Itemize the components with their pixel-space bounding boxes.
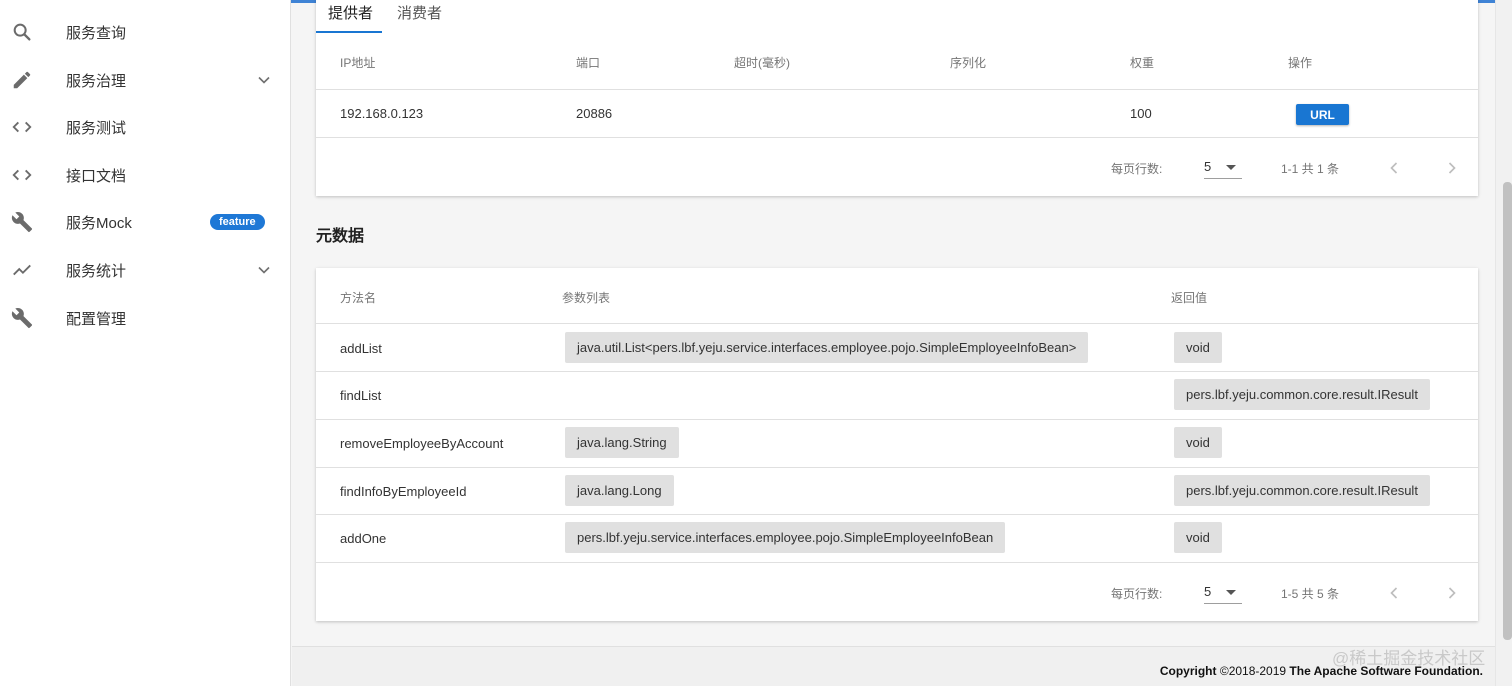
method-name: findInfoByEmployeeId: [340, 484, 467, 499]
dropdown-arrow-icon: [1226, 165, 1236, 170]
method-name: addOne: [340, 531, 387, 546]
sidebar-item-service-governance[interactable]: 服务治理: [0, 57, 291, 103]
watermark: @稀土掘金技术社区: [1332, 649, 1486, 668]
sidebar-item-label: 接口文档: [66, 167, 127, 185]
rows-per-page-label: 每页行数:: [1111, 587, 1163, 601]
sidebar-item-label: 服务测试: [66, 119, 127, 137]
metadata-card: 方法名 参数列表 返回值 addList java.util.List<pers…: [316, 268, 1478, 621]
column-header-params[interactable]: 参数列表: [562, 289, 610, 306]
divider: [316, 323, 1478, 324]
prev-page-button[interactable]: [1384, 158, 1404, 178]
sidebar-item-label: 服务Mock: [66, 214, 132, 232]
main-content: 提供者 消费者 IP地址 端口 超时(毫秒) 序列化 权重 操作 192.168…: [292, 0, 1495, 686]
rows-per-page-value: 5: [1204, 159, 1212, 174]
footer: Copyright ©2018-2019 The Apache Software…: [292, 646, 1495, 686]
column-header-method[interactable]: 方法名: [340, 289, 376, 306]
dropdown-arrow-icon: [1226, 590, 1236, 595]
code-icon: [10, 115, 34, 139]
sidebar: 服务查询 服务治理 服务测试 接口文档 服务Mock feature 服务统计: [0, 0, 291, 686]
tab-active-indicator: [316, 31, 382, 33]
method-name: addList: [340, 341, 382, 356]
column-header-return[interactable]: 返回值: [1171, 289, 1207, 306]
column-header-serialization[interactable]: 序列化: [950, 54, 986, 71]
sidebar-item-service-query[interactable]: 服务查询: [0, 9, 291, 55]
wrench-icon: [10, 306, 34, 330]
metadata-title: 元数据: [316, 228, 365, 245]
param-chip: java.lang.String: [565, 427, 679, 458]
column-header-ip[interactable]: IP地址: [340, 54, 375, 71]
sidebar-item-service-mock[interactable]: 服务Mock feature: [0, 199, 291, 245]
copyright-prefix: Copyright: [1159, 664, 1217, 678]
chevron-left-icon: [1390, 162, 1398, 174]
method-name: findList: [340, 388, 382, 403]
copyright-years: ©2018-2019: [1216, 664, 1290, 678]
return-chip: void: [1174, 427, 1222, 458]
sidebar-item-label: 配置管理: [66, 310, 127, 328]
trending-up-icon: [10, 258, 34, 282]
rows-per-page-value: 5: [1204, 584, 1212, 599]
next-page-button[interactable]: [1442, 158, 1462, 178]
url-button[interactable]: URL: [1296, 104, 1349, 125]
chevron-right-icon: [1448, 587, 1456, 599]
pencil-icon: [10, 68, 34, 92]
param-chip: java.lang.Long: [565, 475, 674, 506]
divider: [316, 137, 1478, 138]
chevron-left-icon: [1390, 587, 1398, 599]
divider: [316, 89, 1478, 90]
return-chip: pers.lbf.yeju.common.core.result.IResult: [1174, 379, 1430, 410]
code-icon: [10, 163, 34, 187]
column-header-weight[interactable]: 权重: [1130, 54, 1154, 71]
provider-ip: 192.168.0.123: [340, 106, 424, 121]
return-chip: pers.lbf.yeju.common.core.result.IResult: [1174, 475, 1430, 506]
return-chip: void: [1174, 522, 1222, 553]
sidebar-item-api-docs[interactable]: 接口文档: [0, 152, 291, 198]
sidebar-item-service-test[interactable]: 服务测试: [0, 104, 291, 150]
rows-per-page-select[interactable]: 5: [1204, 159, 1242, 179]
divider: [316, 514, 1478, 515]
sidebar-item-config-management[interactable]: 配置管理: [0, 295, 291, 341]
divider: [316, 419, 1478, 420]
tab-providers[interactable]: 提供者: [316, 0, 385, 34]
column-header-action[interactable]: 操作: [1288, 54, 1312, 71]
rows-per-page-select[interactable]: 5: [1204, 584, 1242, 604]
sidebar-item-label: 服务统计: [66, 262, 127, 280]
sidebar-item-label: 服务查询: [66, 24, 127, 42]
param-chip: pers.lbf.yeju.service.interfaces.employe…: [565, 522, 1006, 553]
sidebar-item-service-statistics[interactable]: 服务统计: [0, 247, 291, 293]
page-range: 1-5 共 5 条: [1281, 587, 1340, 601]
tab-consumers[interactable]: 消费者: [385, 0, 454, 34]
page-range: 1-1 共 1 条: [1281, 162, 1340, 176]
divider: [316, 371, 1478, 372]
chevron-right-icon: [1448, 162, 1456, 174]
tab-bar: 提供者 消费者: [316, 0, 454, 34]
search-icon: [10, 20, 34, 44]
wrench-icon: [10, 210, 34, 234]
method-name: removeEmployeeByAccount: [340, 436, 504, 451]
scrollbar-thumb[interactable]: [1503, 182, 1512, 640]
feature-badge: feature: [210, 214, 265, 230]
column-header-timeout[interactable]: 超时(毫秒): [734, 54, 790, 71]
next-page-button[interactable]: [1442, 583, 1462, 603]
param-chip: java.util.List<pers.lbf.yeju.service.int…: [565, 332, 1089, 363]
sidebar-item-label: 服务治理: [66, 72, 127, 90]
chevron-down-icon: [254, 70, 274, 90]
providers-card: 提供者 消费者 IP地址 端口 超时(毫秒) 序列化 权重 操作 192.168…: [316, 0, 1478, 196]
prev-page-button[interactable]: [1384, 583, 1404, 603]
column-header-port[interactable]: 端口: [576, 54, 600, 71]
divider: [316, 562, 1478, 563]
provider-port: 20886: [576, 106, 613, 121]
provider-weight: 100: [1130, 106, 1152, 121]
divider: [316, 467, 1478, 468]
return-chip: void: [1174, 332, 1222, 363]
chevron-down-icon: [254, 260, 274, 280]
rows-per-page-label: 每页行数:: [1111, 162, 1163, 176]
